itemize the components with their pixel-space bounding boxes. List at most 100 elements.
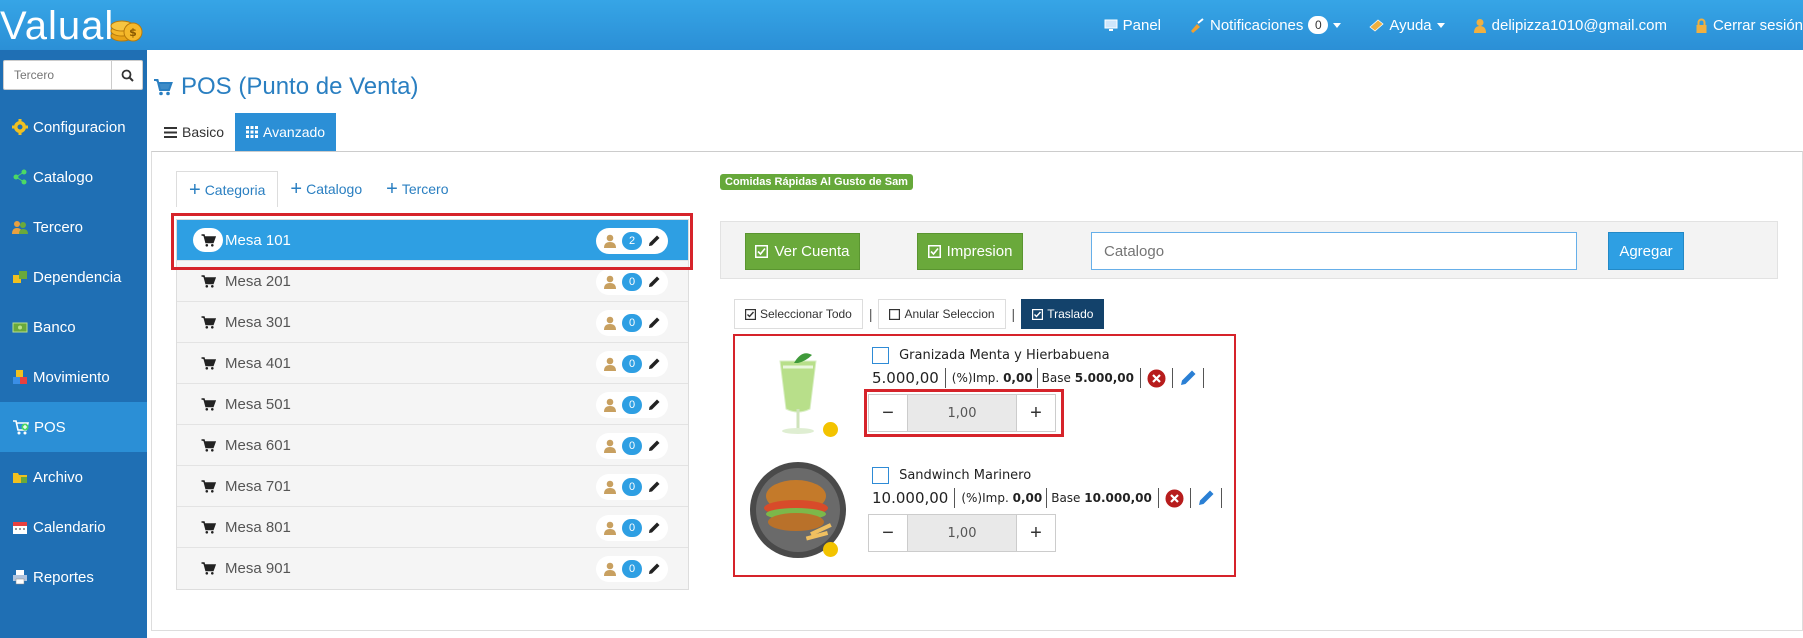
pencil-icon[interactable] bbox=[1197, 489, 1215, 507]
quantity-stepper: − + bbox=[868, 514, 1056, 552]
pencil-icon[interactable] bbox=[1179, 369, 1197, 387]
sidebar-item-label: Movimiento bbox=[33, 368, 110, 386]
nav-ayuda[interactable]: Ayuda bbox=[1369, 16, 1445, 34]
grid-icon bbox=[246, 126, 259, 138]
nav-ayuda-label: Ayuda bbox=[1389, 16, 1432, 34]
sidebar-item-banco[interactable]: Banco bbox=[0, 302, 147, 352]
catalogo-input[interactable] bbox=[1091, 232, 1577, 270]
pencil-icon[interactable] bbox=[647, 316, 661, 330]
sidebar-item-calendario[interactable]: Calendario bbox=[0, 502, 147, 552]
sidebar-item-configuracion[interactable]: Configuracion bbox=[0, 102, 147, 152]
monitor-icon bbox=[1104, 19, 1118, 31]
sidebar: Configuracion Catalogo Tercero Dependenc… bbox=[0, 50, 147, 638]
traslado-button[interactable]: Traslado bbox=[1021, 299, 1105, 329]
sidebar-menu: Configuracion Catalogo Tercero Dependenc… bbox=[0, 102, 147, 602]
divider bbox=[1189, 488, 1191, 508]
status-dot bbox=[823, 542, 838, 557]
add-catalogo-button[interactable]: + Catalogo bbox=[278, 171, 374, 207]
base-label: Base bbox=[1041, 371, 1071, 385]
mesa-label: Mesa 701 bbox=[225, 477, 291, 495]
impresion-label: Impresion bbox=[946, 243, 1013, 260]
mesa-item-601[interactable]: Mesa 601 0 bbox=[177, 425, 688, 466]
increment-button[interactable]: + bbox=[1017, 515, 1055, 551]
remove-icon[interactable] bbox=[1147, 369, 1166, 388]
tab-basico[interactable]: Basico bbox=[153, 113, 235, 151]
sidebar-item-reportes[interactable]: Reportes bbox=[0, 552, 147, 602]
seleccionar-todo-button[interactable]: Seleccionar Todo bbox=[734, 299, 863, 329]
mesa-label: Mesa 501 bbox=[225, 395, 291, 413]
divider bbox=[944, 368, 946, 388]
add-tercero-button[interactable]: + Tercero bbox=[374, 171, 460, 207]
mesa-label: Mesa 201 bbox=[225, 272, 291, 290]
anular-seleccion-button[interactable]: Anular Seleccion bbox=[878, 299, 1006, 329]
nav-user[interactable]: delipizza1010@gmail.com bbox=[1473, 17, 1667, 34]
pencil-icon[interactable] bbox=[647, 398, 661, 412]
cart-icon bbox=[193, 269, 223, 293]
tab-basico-label: Basico bbox=[182, 124, 225, 140]
sidebar-item-dependencia[interactable]: Dependencia bbox=[0, 252, 147, 302]
sidebar-search bbox=[3, 60, 143, 90]
highlight-box-quantity bbox=[864, 389, 1064, 437]
pencil-icon[interactable] bbox=[647, 562, 661, 576]
remove-icon[interactable] bbox=[1165, 489, 1184, 508]
nav-panel[interactable]: Panel bbox=[1104, 17, 1161, 34]
pencil-icon[interactable] bbox=[647, 275, 661, 289]
product-item: Sandwinch Marinero 10.000,00 (%)Imp. 0,0… bbox=[872, 465, 1228, 508]
quantity-input[interactable] bbox=[907, 515, 1017, 551]
mesa-list: Mesa 101 2 Mesa 201 0 Mesa 301 0 Mesa 40… bbox=[176, 219, 689, 590]
mesa-controls: 0 bbox=[596, 392, 668, 418]
mesa-item-501[interactable]: Mesa 501 0 bbox=[177, 384, 688, 425]
divider bbox=[1157, 488, 1159, 508]
product-name: Granizada Menta y Hierbabuena bbox=[899, 348, 1110, 363]
product-checkbox[interactable] bbox=[872, 467, 889, 484]
gear-icon bbox=[12, 119, 28, 135]
sidebar-item-tercero[interactable]: Tercero bbox=[0, 202, 147, 252]
mesa-item-301[interactable]: Mesa 301 0 bbox=[177, 302, 688, 343]
mesa-label: Mesa 901 bbox=[225, 560, 291, 577]
plus-icon: + bbox=[386, 178, 398, 200]
mesa-count-badge: 0 bbox=[622, 355, 642, 373]
add-categoria-button[interactable]: + Categoria bbox=[176, 171, 279, 207]
mesa-label: Mesa 601 bbox=[225, 436, 291, 454]
nav-notificaciones[interactable]: Notificaciones 0 bbox=[1189, 16, 1342, 34]
chevron-down-icon bbox=[1436, 22, 1445, 28]
mesa-label: Mesa 401 bbox=[225, 354, 291, 372]
mesa-controls: 0 bbox=[596, 433, 668, 459]
tab-avanzado-label: Avanzado bbox=[263, 124, 326, 140]
mesa-item-701[interactable]: Mesa 701 0 bbox=[177, 466, 688, 507]
brand-logo[interactable]: Valual bbox=[0, 4, 114, 49]
top-nav: Panel Notificaciones 0 Ayuda delipizza10… bbox=[1076, 0, 1803, 50]
cart-icon bbox=[193, 392, 223, 416]
cart-icon bbox=[154, 79, 173, 96]
pencil-icon[interactable] bbox=[647, 357, 661, 371]
product-checkbox[interactable] bbox=[872, 347, 889, 364]
sidebar-item-movimiento[interactable]: Movimiento bbox=[0, 352, 147, 402]
sidebar-item-catalogo[interactable]: Catalogo bbox=[0, 152, 147, 202]
sidebar-item-archivo[interactable]: Archivo bbox=[0, 452, 147, 502]
mesa-controls: 0 bbox=[596, 351, 668, 377]
decrement-button[interactable]: − bbox=[869, 515, 907, 551]
ver-cuenta-button[interactable]: Ver Cuenta bbox=[745, 233, 860, 270]
highlight-box-mesa bbox=[171, 213, 693, 270]
money-icon bbox=[12, 322, 28, 333]
mesa-controls: 0 bbox=[596, 515, 668, 541]
check-square-icon bbox=[755, 245, 769, 258]
impresion-button[interactable]: Impresion bbox=[917, 233, 1023, 270]
pencil-icon[interactable] bbox=[647, 480, 661, 494]
mesa-item-401[interactable]: Mesa 401 0 bbox=[177, 343, 688, 384]
agregar-button[interactable]: Agregar bbox=[1608, 232, 1684, 270]
mesa-item-901[interactable]: Mesa 901 0 bbox=[177, 548, 688, 589]
search-button[interactable] bbox=[111, 61, 142, 89]
tab-avanzado[interactable]: Avanzado bbox=[235, 113, 337, 151]
sidebar-item-pos[interactable]: POS bbox=[0, 402, 147, 452]
mesa-item-801[interactable]: Mesa 801 0 bbox=[177, 507, 688, 548]
tercero-search-input[interactable] bbox=[4, 61, 112, 89]
logout-button[interactable]: Cerrar sesión bbox=[1695, 17, 1803, 34]
pencil-icon[interactable] bbox=[647, 439, 661, 453]
pos-toolbar: Ver Cuenta Impresion Agregar bbox=[720, 221, 1778, 279]
sidebar-item-label: Dependencia bbox=[33, 268, 122, 286]
broom-icon bbox=[1191, 17, 1204, 33]
divider bbox=[1036, 368, 1038, 388]
pencil-icon[interactable] bbox=[647, 521, 661, 535]
cart-icon bbox=[193, 351, 223, 375]
